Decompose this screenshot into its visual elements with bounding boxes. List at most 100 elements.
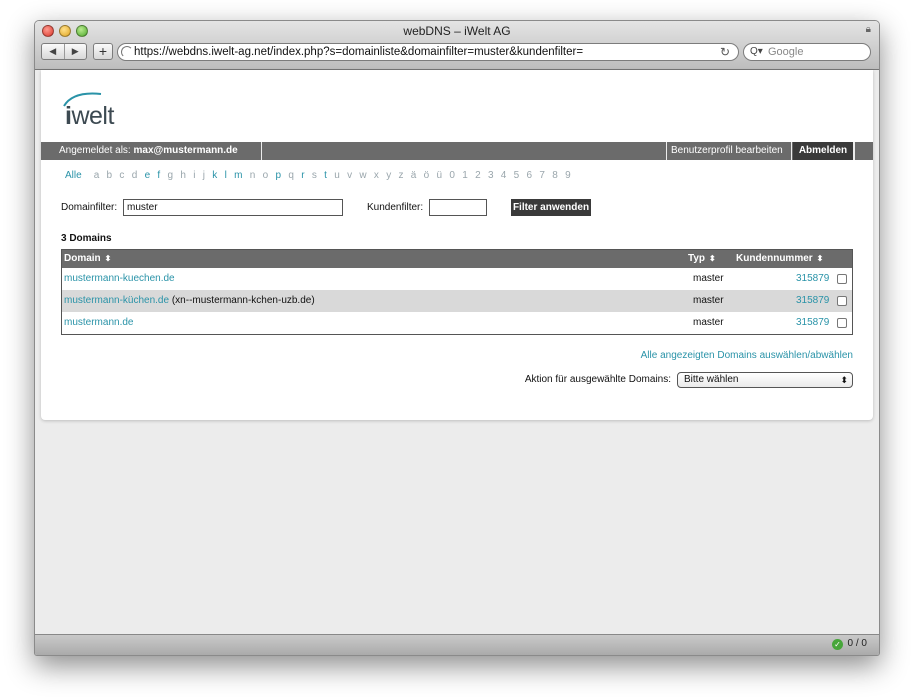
divider [261, 142, 262, 160]
search-icon: Q▾ [750, 46, 763, 57]
alphabet-letter[interactable]: g [168, 170, 174, 181]
type-cell: master [693, 295, 724, 306]
header-customer[interactable]: Kundennummer ⬍ [736, 250, 823, 268]
domain-filter-label: Domainfilter: [61, 202, 118, 213]
customer-filter-label: Kundenfilter: [367, 202, 424, 213]
row-checkbox[interactable] [837, 318, 847, 328]
punycode-text: (xn--mustermann-kchen-uzb.de) [169, 295, 315, 306]
alphabet-letter[interactable]: s [312, 170, 317, 181]
customer-number-link[interactable]: 315879 [796, 268, 829, 290]
alphabet-letter[interactable]: q [288, 170, 294, 181]
alphabet-letter[interactable]: ä [411, 170, 417, 181]
logout-button[interactable]: Abmelden [793, 142, 853, 160]
logged-in-label: Angemeldet als: [59, 145, 131, 156]
alphabet-letter[interactable]: w [359, 170, 366, 181]
select-arrows-icon: ⬍ [840, 375, 848, 385]
alphabet-letter[interactable]: 8 [552, 170, 558, 181]
header-type[interactable]: Typ ⬍ [688, 250, 716, 268]
address-bar[interactable]: https://webdns.iwelt-ag.net/index.php?s=… [117, 43, 739, 61]
add-bookmark-button[interactable]: + [93, 43, 113, 60]
type-cell: master [693, 317, 724, 328]
search-field[interactable]: Q▾ Google [743, 43, 871, 61]
bulk-action-select[interactable]: Bitte wählen ⬍ [677, 372, 853, 388]
alphabet-letter[interactable]: x [374, 170, 379, 181]
alphabet-letter[interactable]: y [386, 170, 391, 181]
alphabet-letter[interactable]: 4 [501, 170, 507, 181]
alphabet-letter[interactable]: m [234, 170, 242, 181]
alphabet-letter[interactable]: a [94, 170, 100, 181]
window-title: webDNS – iWelt AG [403, 24, 511, 38]
user-bar: Angemeldet als: max@mustermann.de Benutz… [41, 142, 873, 160]
iwelt-logo: iwelt [61, 88, 141, 134]
alphabet-letter[interactable]: ü [437, 170, 443, 181]
apply-filter-button[interactable]: Filter anwenden [511, 199, 591, 216]
forward-button[interactable]: ▶ [65, 44, 87, 59]
alphabet-letter[interactable]: h [180, 170, 186, 181]
sort-icon[interactable]: ⬍ [709, 254, 716, 263]
lock-icon: 🔒︎ [865, 24, 871, 35]
domain-link[interactable]: mustermann-kuechen.de [64, 273, 175, 284]
alphabet-letter[interactable]: 5 [514, 170, 520, 181]
alphabet-letter[interactable]: f [157, 170, 160, 181]
domain-count: 3 Domains [61, 233, 112, 244]
alphabet-letter[interactable]: ö [424, 170, 430, 181]
alphabet-letter[interactable]: 1 [462, 170, 468, 181]
sort-icon[interactable]: ⬍ [105, 254, 112, 263]
alphabet-letter[interactable]: i [193, 170, 195, 181]
domain-link[interactable]: mustermann.de [64, 317, 133, 328]
alphabet-letter[interactable]: u [334, 170, 340, 181]
alphabet-letter[interactable]: 6 [527, 170, 533, 181]
header-domain[interactable]: Domain ⬍ [64, 250, 111, 268]
reload-icon[interactable]: ↻ [720, 44, 730, 60]
back-button[interactable]: ◀ [42, 44, 65, 59]
alphabet-letter[interactable]: n [250, 170, 256, 181]
alphabet-letter[interactable]: p [275, 170, 281, 181]
alphabet-letter[interactable]: r [301, 170, 304, 181]
alphabet-letter[interactable]: 3 [488, 170, 494, 181]
alphabet-letter[interactable]: 9 [565, 170, 571, 181]
alphabet-letter[interactable]: v [347, 170, 352, 181]
main-panel: iwelt Angemeldet als: max@mustermann.de … [41, 70, 873, 420]
status-count: 0 / 0 [847, 638, 867, 649]
alphabet-letter[interactable]: b [107, 170, 113, 181]
alphabet-letter[interactable]: 7 [539, 170, 545, 181]
bulk-action-label: Aktion für ausgewählte Domains: [524, 374, 671, 385]
alphabet-all-link[interactable]: Alle [65, 170, 82, 181]
loading-icon [121, 46, 133, 58]
alphabet-letter[interactable]: c [119, 170, 124, 181]
alphabet-letter[interactable]: k [212, 170, 217, 181]
domain-table: Domain ⬍ Typ ⬍ Kundennummer ⬍ mustermann-ku… [61, 249, 853, 335]
title-bar: webDNS – iWelt AG 🔒︎ ◀ ▶ + https://webdn… [35, 21, 879, 70]
alphabet-letter[interactable]: z [398, 170, 403, 181]
customer-filter-input[interactable] [429, 199, 487, 216]
check-icon: ✓ [832, 639, 843, 650]
alphabet-letter[interactable]: j [203, 170, 205, 181]
nav-buttons: ◀ ▶ [41, 43, 87, 60]
alphabet-letter[interactable]: 2 [475, 170, 481, 181]
alphabet-filter: Alle a b c d e f g h i j k l m n o p q r s t u v w x y z ä ö ü 0 1 2 3 4 5 6… [65, 170, 578, 181]
divider [853, 142, 855, 160]
alphabet-letter[interactable]: t [324, 170, 327, 181]
alphabet-letter[interactable]: l [225, 170, 227, 181]
row-checkbox[interactable] [837, 274, 847, 284]
edit-profile-link[interactable]: Benutzerprofil bearbeiten [671, 142, 783, 160]
domain-filter-input[interactable]: muster [123, 199, 343, 216]
row-checkbox[interactable] [837, 296, 847, 306]
customer-number-link[interactable]: 315879 [796, 312, 829, 334]
bulk-action-selected: Bitte wählen [684, 374, 739, 385]
alphabet-letter[interactable]: o [263, 170, 269, 181]
table-header: Domain ⬍ Typ ⬍ Kundennummer ⬍ [62, 250, 852, 268]
select-all-link[interactable]: Alle angezeigten Domains auswählen/abwäh… [641, 350, 853, 361]
alphabet-letter[interactable]: 0 [449, 170, 455, 181]
table-row: mustermann-küchen.de (xn--mustermann-kch… [62, 290, 852, 312]
type-cell: master [693, 273, 724, 284]
alphabet-letter[interactable]: d [132, 170, 138, 181]
page-content: iwelt Angemeldet als: max@mustermann.de … [35, 70, 879, 634]
domain-link[interactable]: mustermann-küchen.de [64, 295, 169, 306]
alphabet-letter[interactable]: e [145, 170, 151, 181]
url-text[interactable]: https://webdns.iwelt-ag.net/index.php?s=… [134, 44, 583, 60]
table-row: mustermann.de master 315879 [62, 312, 852, 334]
logo-rest: welt [71, 102, 114, 130]
customer-number-link[interactable]: 315879 [796, 290, 829, 312]
sort-icon[interactable]: ⬍ [817, 254, 824, 263]
